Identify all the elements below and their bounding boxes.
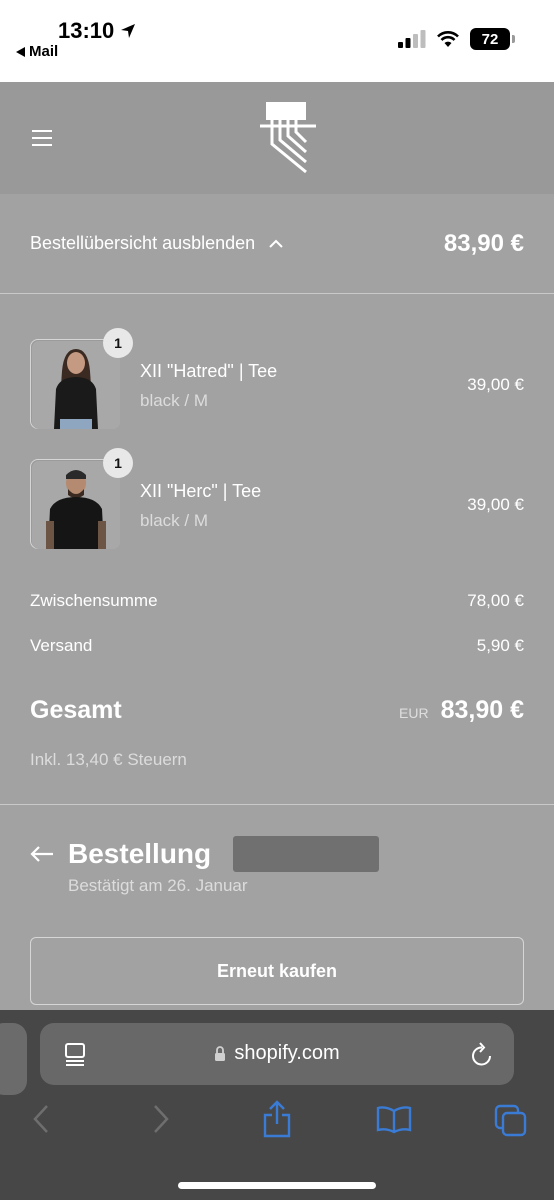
battery-indicator: 72 xyxy=(470,28,515,50)
shipping-value: 5,90 € xyxy=(476,636,524,655)
product-variant: black / M xyxy=(140,391,209,410)
bookmarks-icon[interactable] xyxy=(376,1106,412,1134)
quantity-badge: 1 xyxy=(103,328,133,358)
total-label: Gesamt xyxy=(30,696,122,724)
url-text: shopify.com xyxy=(234,1042,340,1064)
tax-note: Inkl. 13,40 € Steuern xyxy=(30,750,187,769)
location-arrow-icon xyxy=(121,24,136,38)
subtotal-label: Zwischensumme xyxy=(30,591,158,610)
address-bar[interactable]: shopify.com xyxy=(40,1023,514,1085)
line-item: 1 XII "Hatred" | Tee black / M 39,00 € xyxy=(30,328,524,429)
product-thumbnail: 1 xyxy=(30,448,133,549)
product-variant: black / M xyxy=(140,511,209,530)
subtotal-value: 78,00 € xyxy=(467,591,524,610)
share-icon[interactable] xyxy=(262,1100,292,1138)
product-price: 39,00 € xyxy=(467,375,524,394)
quantity-badge: 1 xyxy=(103,448,133,478)
wifi-icon xyxy=(437,31,459,47)
status-bar: 13:10 Mail 72 xyxy=(0,0,554,82)
status-time: 13:10 xyxy=(58,18,136,44)
shipping-row: Versand 5,90 € xyxy=(30,636,524,656)
redacted-order-number xyxy=(233,836,380,872)
rebuy-button[interactable]: Erneut kaufen xyxy=(30,937,524,1005)
total-row: Gesamt EUR 83,90 € xyxy=(30,696,524,725)
cellular-signal-icon xyxy=(398,30,426,48)
status-indicators: 72 xyxy=(398,28,515,50)
battery-level: 72 xyxy=(481,30,499,48)
tabs-icon[interactable] xyxy=(494,1104,528,1138)
rebuy-button-label: Erneut kaufen xyxy=(216,960,338,981)
order-title: Bestellung xyxy=(68,838,212,869)
browser-toolbar: shopify.com xyxy=(0,1010,554,1200)
brand-logo[interactable] xyxy=(258,100,318,176)
product-image xyxy=(32,341,120,429)
product-thumbnail: 1 xyxy=(30,328,133,429)
product-name: XII "Hatred" | Tee xyxy=(140,361,278,381)
back-to-app[interactable]: Mail xyxy=(16,43,58,60)
back-app-label: Mail xyxy=(29,43,59,60)
site-header xyxy=(0,82,554,194)
previous-tab-peek[interactable] xyxy=(0,1023,27,1095)
product-name: XII "Herc" | Tee xyxy=(140,481,262,501)
forward-chevron-icon[interactable] xyxy=(150,1104,172,1134)
order-heading: Bestellung xyxy=(30,836,380,872)
shipping-label: Versand xyxy=(30,636,93,655)
section-divider xyxy=(0,804,554,805)
subtotal-row: Zwischensumme 78,00 € xyxy=(30,591,524,611)
home-indicator[interactable] xyxy=(178,1182,376,1189)
back-triangle-icon xyxy=(16,46,25,57)
summary-toggle-label: Bestellübersicht ausblenden xyxy=(30,233,256,253)
chevron-up-icon xyxy=(269,239,283,248)
order-summary-toggle[interactable]: Bestellübersicht ausblenden 83,90 € xyxy=(0,194,554,294)
reload-icon[interactable] xyxy=(470,1041,494,1067)
line-item: 1 XII "Herc" | Tee black / M 39,00 € xyxy=(30,448,524,549)
arrow-left-icon[interactable] xyxy=(30,845,54,863)
lock-icon xyxy=(215,1046,226,1061)
total-value: 83,90 € xyxy=(440,696,524,724)
back-chevron-icon[interactable] xyxy=(30,1104,52,1134)
hamburger-icon[interactable] xyxy=(32,130,52,146)
product-price: 39,00 € xyxy=(467,495,524,514)
summary-total: 83,90 € xyxy=(443,229,524,257)
product-image xyxy=(32,461,120,549)
time-text: 13:10 xyxy=(58,18,115,43)
order-confirmed-date: Bestätigt am 26. Januar xyxy=(68,876,248,895)
currency-code: EUR xyxy=(399,705,429,721)
